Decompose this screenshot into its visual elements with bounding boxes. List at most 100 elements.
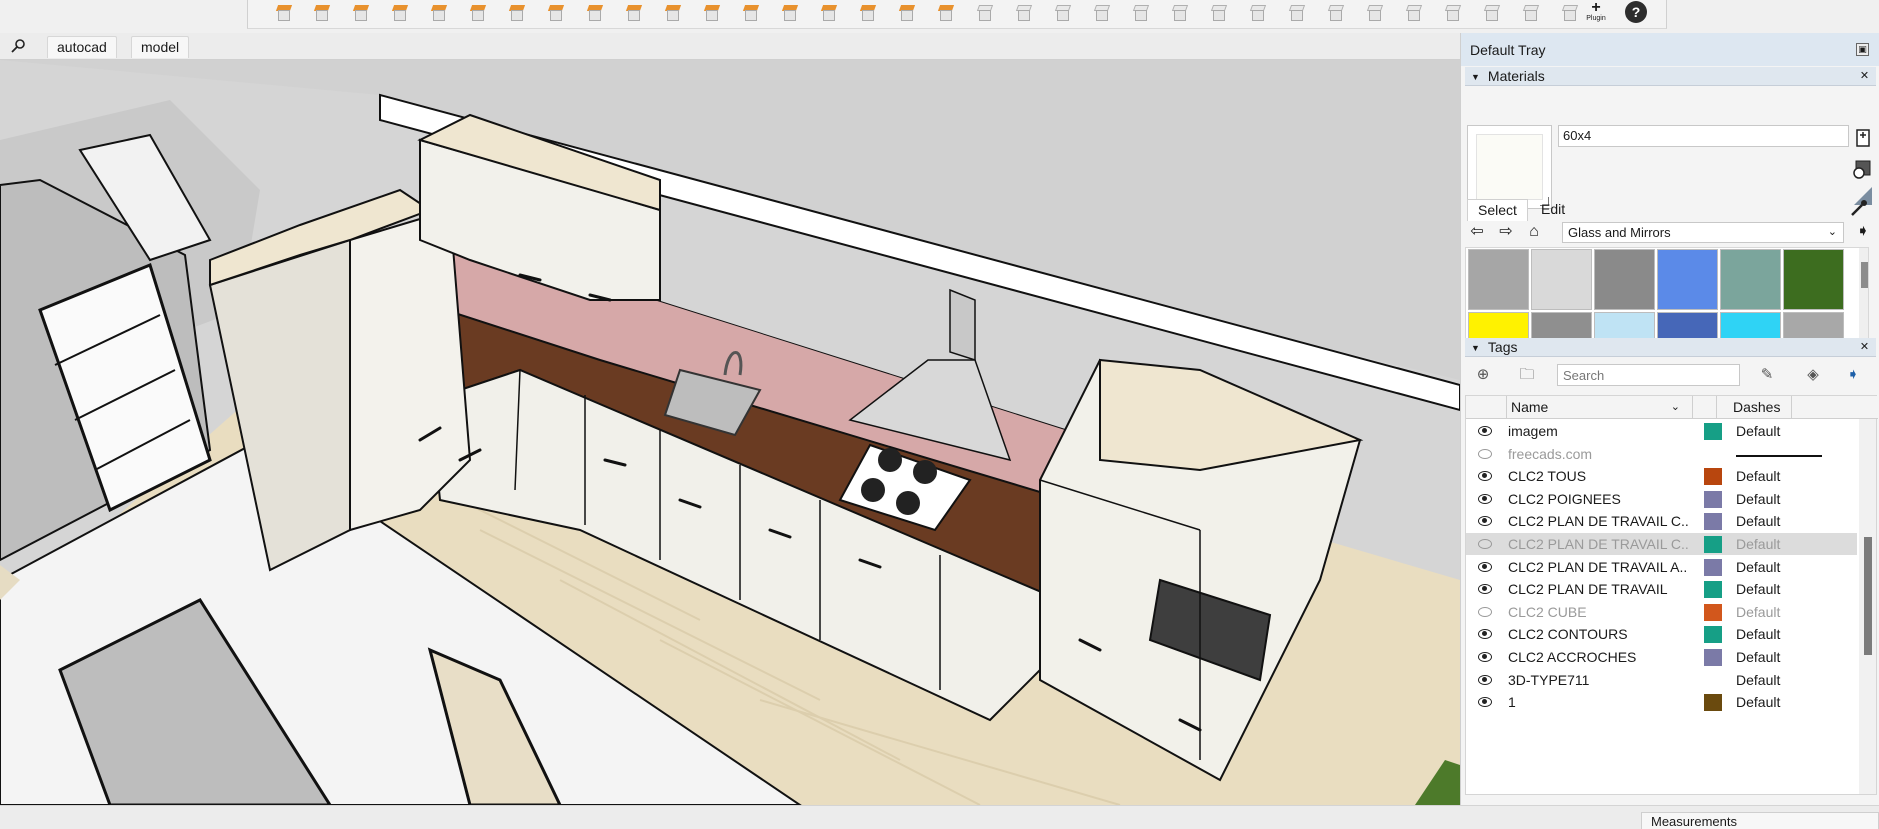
toolbar-tool-icon[interactable] bbox=[896, 2, 918, 24]
column-name[interactable]: Name ⌄ bbox=[1506, 396, 1692, 419]
3d-viewport[interactable] bbox=[0, 60, 1460, 805]
measurements-box[interactable]: Measurements bbox=[1641, 812, 1879, 829]
toolbar-tool-icon[interactable] bbox=[311, 2, 333, 24]
toolbar-tool-icon[interactable] bbox=[1169, 2, 1191, 24]
toolbar-tool-icon[interactable] bbox=[350, 2, 372, 24]
toolbar-tool-icon[interactable] bbox=[974, 2, 996, 24]
toolbar-tool-icon[interactable] bbox=[857, 2, 879, 24]
close-icon[interactable]: ✕ bbox=[1858, 341, 1871, 354]
tag-search-input[interactable] bbox=[1557, 364, 1740, 386]
swatch-scrollbar[interactable] bbox=[1859, 248, 1868, 344]
tag-row[interactable]: CLC2 CONTOURS Default bbox=[1466, 623, 1857, 645]
tag-color-swatch[interactable] bbox=[1704, 649, 1722, 666]
tag-dashes[interactable]: Default bbox=[1736, 691, 1780, 713]
eye-icon[interactable] bbox=[1478, 516, 1492, 527]
eye-icon[interactable] bbox=[1478, 493, 1492, 504]
toolbar-tool-icon[interactable] bbox=[1403, 2, 1425, 24]
scrollbar-thumb[interactable] bbox=[1861, 262, 1868, 288]
eye-icon[interactable] bbox=[1478, 561, 1492, 572]
material-name-field[interactable]: 60x4 bbox=[1558, 125, 1849, 147]
tag-row[interactable]: CLC2 PLAN DE TRAVAIL C... Default bbox=[1466, 510, 1857, 532]
tag-color-swatch[interactable] bbox=[1704, 694, 1722, 712]
tag-dashes[interactable]: Default bbox=[1736, 646, 1780, 668]
material-swatch[interactable] bbox=[1657, 249, 1718, 310]
tag-dashes[interactable]: Default bbox=[1736, 533, 1780, 555]
pin-icon[interactable]: ▣ bbox=[1856, 43, 1869, 56]
tag-color-swatch[interactable] bbox=[1704, 626, 1722, 644]
tag-dashes[interactable]: Default bbox=[1736, 465, 1780, 487]
toolbar-tool-icon[interactable] bbox=[584, 2, 606, 24]
tag-color-swatch[interactable] bbox=[1704, 468, 1722, 486]
eye-icon[interactable] bbox=[1478, 652, 1492, 662]
tag-dashes[interactable]: Default bbox=[1736, 510, 1780, 532]
add-folder-icon[interactable]: 🗀 bbox=[1515, 364, 1539, 386]
toolbar-tool-icon[interactable] bbox=[1091, 2, 1113, 24]
search-icon[interactable] bbox=[10, 38, 26, 54]
details-arrow-icon[interactable]: ➧ bbox=[1853, 222, 1873, 242]
material-swatch[interactable] bbox=[1468, 249, 1529, 310]
scene-tab-model[interactable]: model bbox=[131, 36, 190, 58]
toolbar-tool-icon[interactable] bbox=[1325, 2, 1347, 24]
material-library-select[interactable]: Glass and Mirrors ⌄ bbox=[1562, 222, 1844, 243]
tag-color-icon[interactable]: ◈ bbox=[1801, 364, 1825, 386]
eye-icon[interactable] bbox=[1478, 471, 1492, 482]
toolbar-tool-icon[interactable] bbox=[818, 2, 840, 24]
column-color[interactable] bbox=[1692, 396, 1716, 419]
material-swatch[interactable] bbox=[1720, 249, 1781, 310]
eye-icon[interactable] bbox=[1478, 584, 1492, 595]
toolbar-tool-icon[interactable] bbox=[1130, 2, 1152, 24]
tag-color-swatch[interactable] bbox=[1704, 423, 1722, 440]
toolbar-tool-icon[interactable] bbox=[1052, 2, 1074, 24]
tag-row[interactable]: 1 Default bbox=[1466, 691, 1857, 713]
tag-color-swatch[interactable] bbox=[1704, 603, 1722, 621]
tag-row[interactable]: CLC2 POIGNEES Default bbox=[1466, 488, 1857, 510]
tag-color-swatch[interactable] bbox=[1704, 513, 1722, 531]
tab-edit[interactable]: Edit bbox=[1531, 199, 1575, 221]
toolbar-tool-icon[interactable] bbox=[1559, 2, 1581, 24]
toolbar-tool-icon[interactable] bbox=[1013, 2, 1035, 24]
toolbar-tool-icon[interactable] bbox=[428, 2, 450, 24]
toolbar-tool-icon[interactable] bbox=[1247, 2, 1269, 24]
eye-icon[interactable] bbox=[1478, 426, 1492, 436]
toolbar-tool-icon[interactable] bbox=[1442, 2, 1464, 24]
eye-icon[interactable] bbox=[1478, 697, 1492, 708]
tab-select[interactable]: Select bbox=[1467, 199, 1528, 221]
toolbar-tool-icon[interactable] bbox=[779, 2, 801, 24]
sample-material-icon[interactable] bbox=[1852, 157, 1874, 179]
toolbar-tool-icon[interactable] bbox=[935, 2, 957, 24]
eye-hidden-icon[interactable] bbox=[1478, 539, 1492, 549]
tag-dashes[interactable]: Default bbox=[1736, 556, 1780, 578]
tags-panel-header[interactable]: ▼ Tags ✕ bbox=[1465, 338, 1876, 357]
tag-dashes[interactable]: Default bbox=[1736, 488, 1780, 510]
tag-row[interactable]: freecads.com bbox=[1466, 443, 1857, 465]
tag-dashes[interactable]: Default bbox=[1736, 578, 1780, 600]
toolbar-tool-icon[interactable] bbox=[1286, 2, 1308, 24]
scrollbar-thumb[interactable] bbox=[1864, 537, 1872, 655]
eye-icon[interactable] bbox=[1478, 674, 1492, 685]
tag-row[interactable]: CLC2 PLAN DE TRAVAIL Default bbox=[1466, 578, 1857, 600]
toolbar-tool-icon[interactable] bbox=[1208, 2, 1230, 24]
toolbar-tool-icon[interactable] bbox=[662, 2, 684, 24]
material-swatch[interactable] bbox=[1594, 249, 1655, 310]
add-tag-icon[interactable]: ⊕ bbox=[1471, 364, 1495, 386]
eye-hidden-icon[interactable] bbox=[1478, 448, 1492, 459]
toolbar-tool-icon[interactable] bbox=[389, 2, 411, 24]
forward-arrow-icon[interactable]: ⇨ bbox=[1496, 222, 1516, 242]
help-icon[interactable]: ? bbox=[1625, 1, 1647, 23]
tag-row[interactable]: CLC2 ACCROCHES Default bbox=[1466, 646, 1857, 668]
toolbar-tool-icon[interactable] bbox=[1481, 2, 1503, 24]
toolbar-tool-icon[interactable] bbox=[701, 2, 723, 24]
eye-icon[interactable] bbox=[1478, 629, 1492, 640]
tag-dashes[interactable]: Default bbox=[1736, 420, 1780, 442]
tag-dashes[interactable]: Default bbox=[1736, 623, 1780, 645]
material-swatch[interactable] bbox=[1783, 249, 1844, 310]
back-arrow-icon[interactable]: ⇦ bbox=[1467, 222, 1487, 242]
tag-color-swatch[interactable] bbox=[1704, 558, 1722, 576]
eyedropper-icon[interactable] bbox=[1848, 197, 1870, 219]
plugin-button[interactable]: + Plugin bbox=[1583, 0, 1609, 28]
toolbar-tool-icon[interactable] bbox=[545, 2, 567, 24]
toolbar-tool-icon[interactable] bbox=[1520, 2, 1542, 24]
toolbar-tool-icon[interactable] bbox=[740, 2, 762, 24]
close-icon[interactable]: ✕ bbox=[1858, 70, 1871, 83]
material-swatch[interactable] bbox=[1531, 249, 1592, 310]
